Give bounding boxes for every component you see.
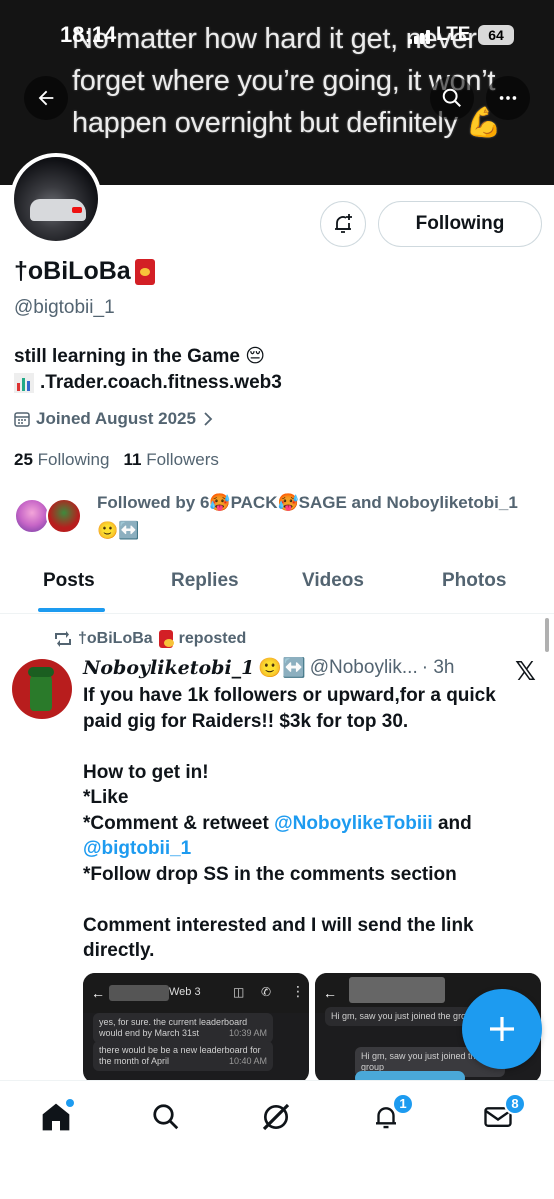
search-button[interactable] xyxy=(430,76,474,120)
following-label: Following xyxy=(37,450,110,469)
following-button[interactable]: Following xyxy=(378,201,542,247)
post-author-name[interactable]: Noboyliketobi_1 xyxy=(83,657,254,679)
media1-header: Web 3 xyxy=(169,986,201,998)
nav-grok[interactable] xyxy=(256,1097,296,1137)
post-line-6: *Follow drop SS in the comments section xyxy=(83,863,457,885)
mention-link[interactable]: @NoboylikeTobiii xyxy=(274,813,433,834)
bio-line-1: still learning in the Game 😔 xyxy=(14,346,266,367)
signal-icon xyxy=(408,30,430,44)
profile-avatar[interactable] xyxy=(10,153,102,245)
followed-by-text[interactable]: Followed by 6🥵PACK🥵SAGE and Noboyliketob… xyxy=(97,489,537,545)
messages-badge: 8 xyxy=(504,1093,526,1115)
bell-plus-icon xyxy=(335,214,352,233)
plus-icon xyxy=(490,1017,514,1041)
nav-notifications[interactable]: 1 xyxy=(366,1093,414,1137)
phone-icon: ✆ xyxy=(261,985,272,999)
post-time: · 3h xyxy=(421,657,455,678)
profile-handle: @bigtobii_1 xyxy=(14,297,115,318)
battery-icon: 64 xyxy=(478,25,514,45)
post-author-avatar[interactable] xyxy=(12,659,72,719)
scrollbar[interactable] xyxy=(545,618,549,652)
post-author-handle[interactable]: @Noboylik... xyxy=(310,657,418,679)
more-icon: ⋮ xyxy=(291,983,305,999)
repost-indicator: †oBiLoBa reposted xyxy=(54,630,246,648)
compose-button[interactable] xyxy=(462,989,542,1069)
post-text: If you have 1k followers or upward,for a… xyxy=(83,683,538,964)
repost-suffix: reposted xyxy=(178,630,247,647)
red-envelope-icon xyxy=(134,258,155,285)
post-header: Noboyliketobi_1 🙂↔️ @Noboylik... · 3h xyxy=(83,656,503,680)
calendar-icon xyxy=(14,412,30,427)
follower-avatar-1[interactable] xyxy=(14,498,50,534)
post-line-3: *Like xyxy=(83,787,129,808)
chat-message: Hi gm, saw you just joined the group xyxy=(325,1007,485,1026)
followers-count: 11 xyxy=(123,450,142,469)
display-name-text: †oBiLoBa xyxy=(14,257,131,285)
bottom-nav: 1 8 xyxy=(0,1080,554,1199)
grok-icon xyxy=(262,1103,290,1131)
chevron-right-icon xyxy=(204,412,213,426)
post-line-2: How to get in! xyxy=(83,761,209,783)
more-icon xyxy=(499,96,517,100)
post-line-1: If you have 1k followers or upward,for a… xyxy=(83,685,496,732)
video-call-icon: ◫ xyxy=(233,985,245,999)
nav-search[interactable] xyxy=(146,1097,186,1137)
tab-videos[interactable]: Videos xyxy=(302,570,364,592)
following-stat[interactable]: 25 Following xyxy=(14,450,109,470)
joined-text: Joined August 2025 xyxy=(36,409,196,428)
display-name: †oBiLoBa xyxy=(14,257,155,286)
tab-replies[interactable]: Replies xyxy=(171,570,239,592)
post-line-4: *Comment & retweet @NoboylikeTobiii and xyxy=(83,812,472,834)
more-button[interactable] xyxy=(486,76,530,120)
bio-line-2-text: .Trader.coach.fitness.web3 xyxy=(40,372,282,393)
chat-message: yes, for sure. the current leaderboard w… xyxy=(93,1013,273,1043)
chat-message: there would be be a new leaderboard for … xyxy=(93,1041,273,1071)
arrow-left-icon xyxy=(38,90,54,106)
red-envelope-icon xyxy=(158,630,174,648)
tab-photos[interactable]: Photos xyxy=(442,570,506,592)
followers-label: Followers xyxy=(146,450,219,469)
repost-user: †oBiLoBa xyxy=(78,630,153,647)
home-dot xyxy=(66,1099,74,1107)
nav-messages[interactable]: 8 xyxy=(478,1093,526,1137)
following-count: 25 xyxy=(14,450,33,469)
bio-line-2: .Trader.coach.fitness.web3 xyxy=(14,372,282,394)
followers-stat[interactable]: 11 Followers xyxy=(123,450,218,470)
bar-chart-icon xyxy=(14,373,34,393)
profile-banner[interactable]: No matter how hard it get, never forget … xyxy=(0,0,554,185)
nav-home[interactable] xyxy=(36,1097,76,1137)
network-label: LTE xyxy=(436,24,471,45)
search-icon xyxy=(153,1104,179,1130)
joined-date[interactable]: Joined August 2025 xyxy=(14,409,214,429)
repost-icon xyxy=(55,631,71,647)
mention-link[interactable]: @bigtobii_1 xyxy=(83,836,538,862)
active-tab-indicator xyxy=(38,608,105,612)
profile-tabs: Posts Replies Videos Photos xyxy=(0,560,554,614)
notify-button[interactable] xyxy=(320,201,366,247)
search-icon xyxy=(442,88,461,107)
post-author-emoji: 🙂↔️ xyxy=(258,658,306,679)
status-time: 18:14 xyxy=(60,22,117,47)
post-image-1[interactable]: ← Web 3 ◫ ✆ ⋮ yes, for sure. the current… xyxy=(83,973,309,1083)
profile-stats: 25 Following 11 Followers xyxy=(14,450,219,470)
follower-avatar-2[interactable] xyxy=(46,498,82,534)
tab-posts[interactable]: Posts xyxy=(43,570,95,592)
back-button[interactable] xyxy=(24,76,68,120)
notifications-badge: 1 xyxy=(392,1093,414,1115)
post-line-7: Comment interested and I will send the l… xyxy=(83,914,474,962)
